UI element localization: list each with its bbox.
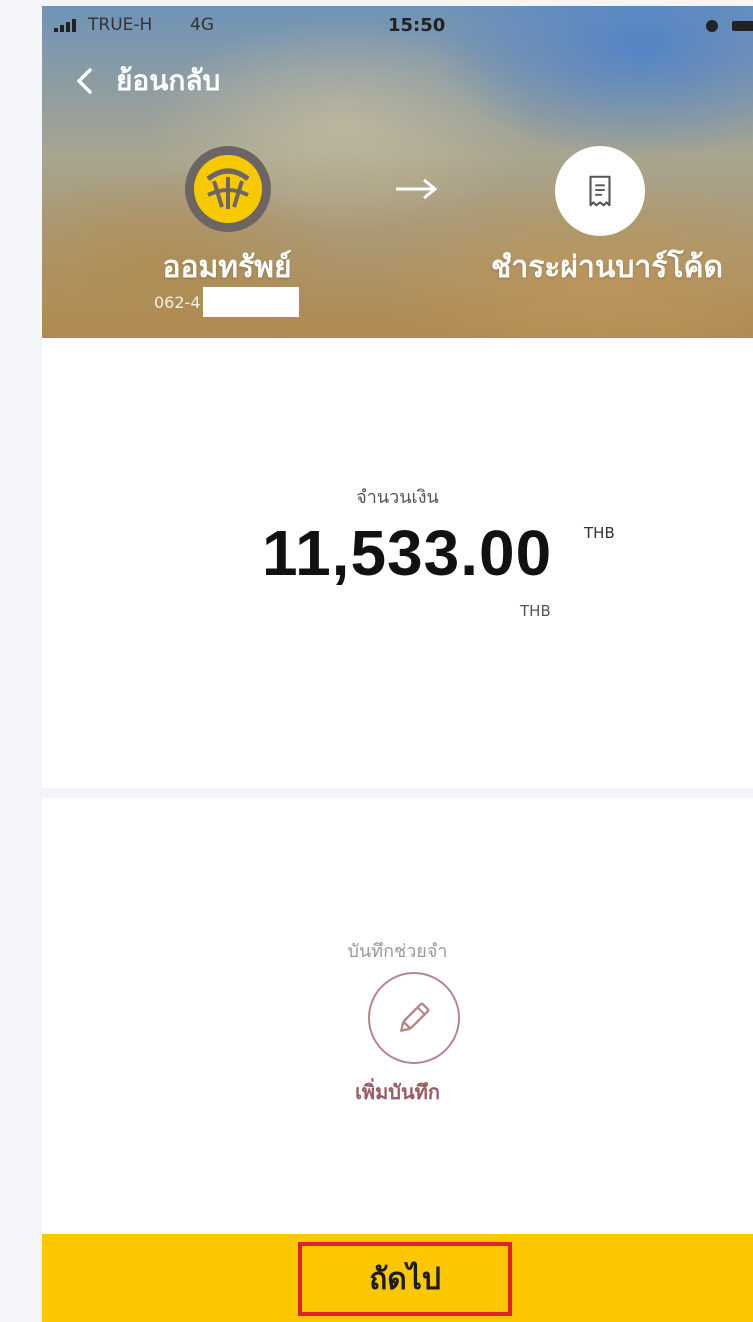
signal-icon bbox=[54, 18, 84, 32]
amount-value: 11,533.00 bbox=[262, 517, 553, 589]
network-type: 4G bbox=[190, 15, 214, 35]
receipt-icon bbox=[555, 146, 645, 236]
transfer-header: TRUE-H 4G 15:50 ย้อนกลับ ออมทรัพย์ 062-4… bbox=[42, 6, 753, 338]
amount-currency: THB bbox=[584, 524, 615, 542]
amount-currency-secondary: THB bbox=[520, 602, 551, 620]
add-memo-button[interactable] bbox=[368, 972, 460, 1064]
arrow-right-icon bbox=[396, 178, 438, 200]
account-number-redaction bbox=[202, 287, 299, 317]
status-bar: TRUE-H 4G 15:50 bbox=[42, 6, 753, 46]
status-time: 15:50 bbox=[388, 15, 446, 36]
amount-section: จำนวนเงิน 11,533.00 THB THB bbox=[42, 338, 753, 788]
next-button-label: ถัดไป bbox=[369, 1261, 441, 1297]
next-button[interactable]: ถัดไป bbox=[298, 1242, 512, 1316]
add-memo-label[interactable]: เพิ่มบันทึก bbox=[42, 1076, 753, 1108]
bank-logo-icon bbox=[185, 146, 271, 232]
source-account-number: 062-4 bbox=[154, 287, 299, 317]
amount-label: จำนวนเงิน bbox=[356, 487, 439, 508]
chevron-left-icon bbox=[77, 68, 92, 94]
back-button[interactable]: ย้อนกลับ bbox=[72, 56, 220, 106]
source-account-name: ออมทรัพย์ bbox=[162, 250, 292, 285]
pencil-icon bbox=[400, 1002, 430, 1032]
memo-title: บันทึกช่วยจำ bbox=[347, 941, 448, 962]
section-divider bbox=[42, 788, 753, 798]
phone-screen: TRUE-H 4G 15:50 ย้อนกลับ ออมทรัพย์ 062-4… bbox=[42, 6, 753, 1322]
carrier-name: TRUE-H bbox=[88, 15, 153, 35]
memo-section: บันทึกช่วยจำ เพิ่มบันทึก bbox=[42, 798, 753, 1234]
battery-icon bbox=[732, 21, 753, 31]
back-label: ย้อนกลับ bbox=[116, 64, 221, 97]
destination-name: ชำระผ่านบาร์โค้ด bbox=[490, 250, 724, 285]
account-number-prefix: 062-4 bbox=[154, 292, 201, 312]
footer-bar: ถัดไป bbox=[42, 1234, 753, 1322]
alarm-icon bbox=[706, 20, 718, 32]
